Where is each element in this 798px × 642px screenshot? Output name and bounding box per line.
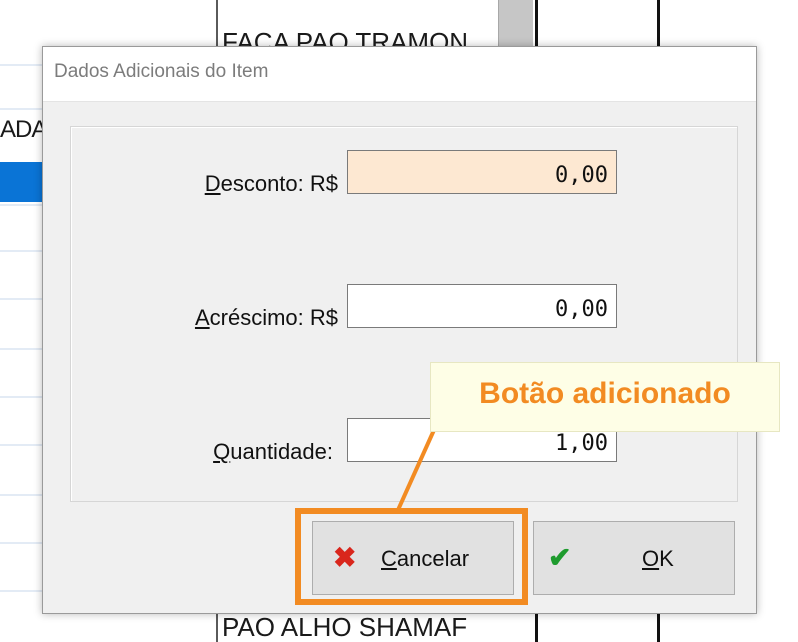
annotation-highlight-box bbox=[295, 508, 528, 605]
annotation-callout: Botão adicionado bbox=[430, 362, 780, 432]
annotation-text: Botão adicionado bbox=[479, 377, 731, 410]
